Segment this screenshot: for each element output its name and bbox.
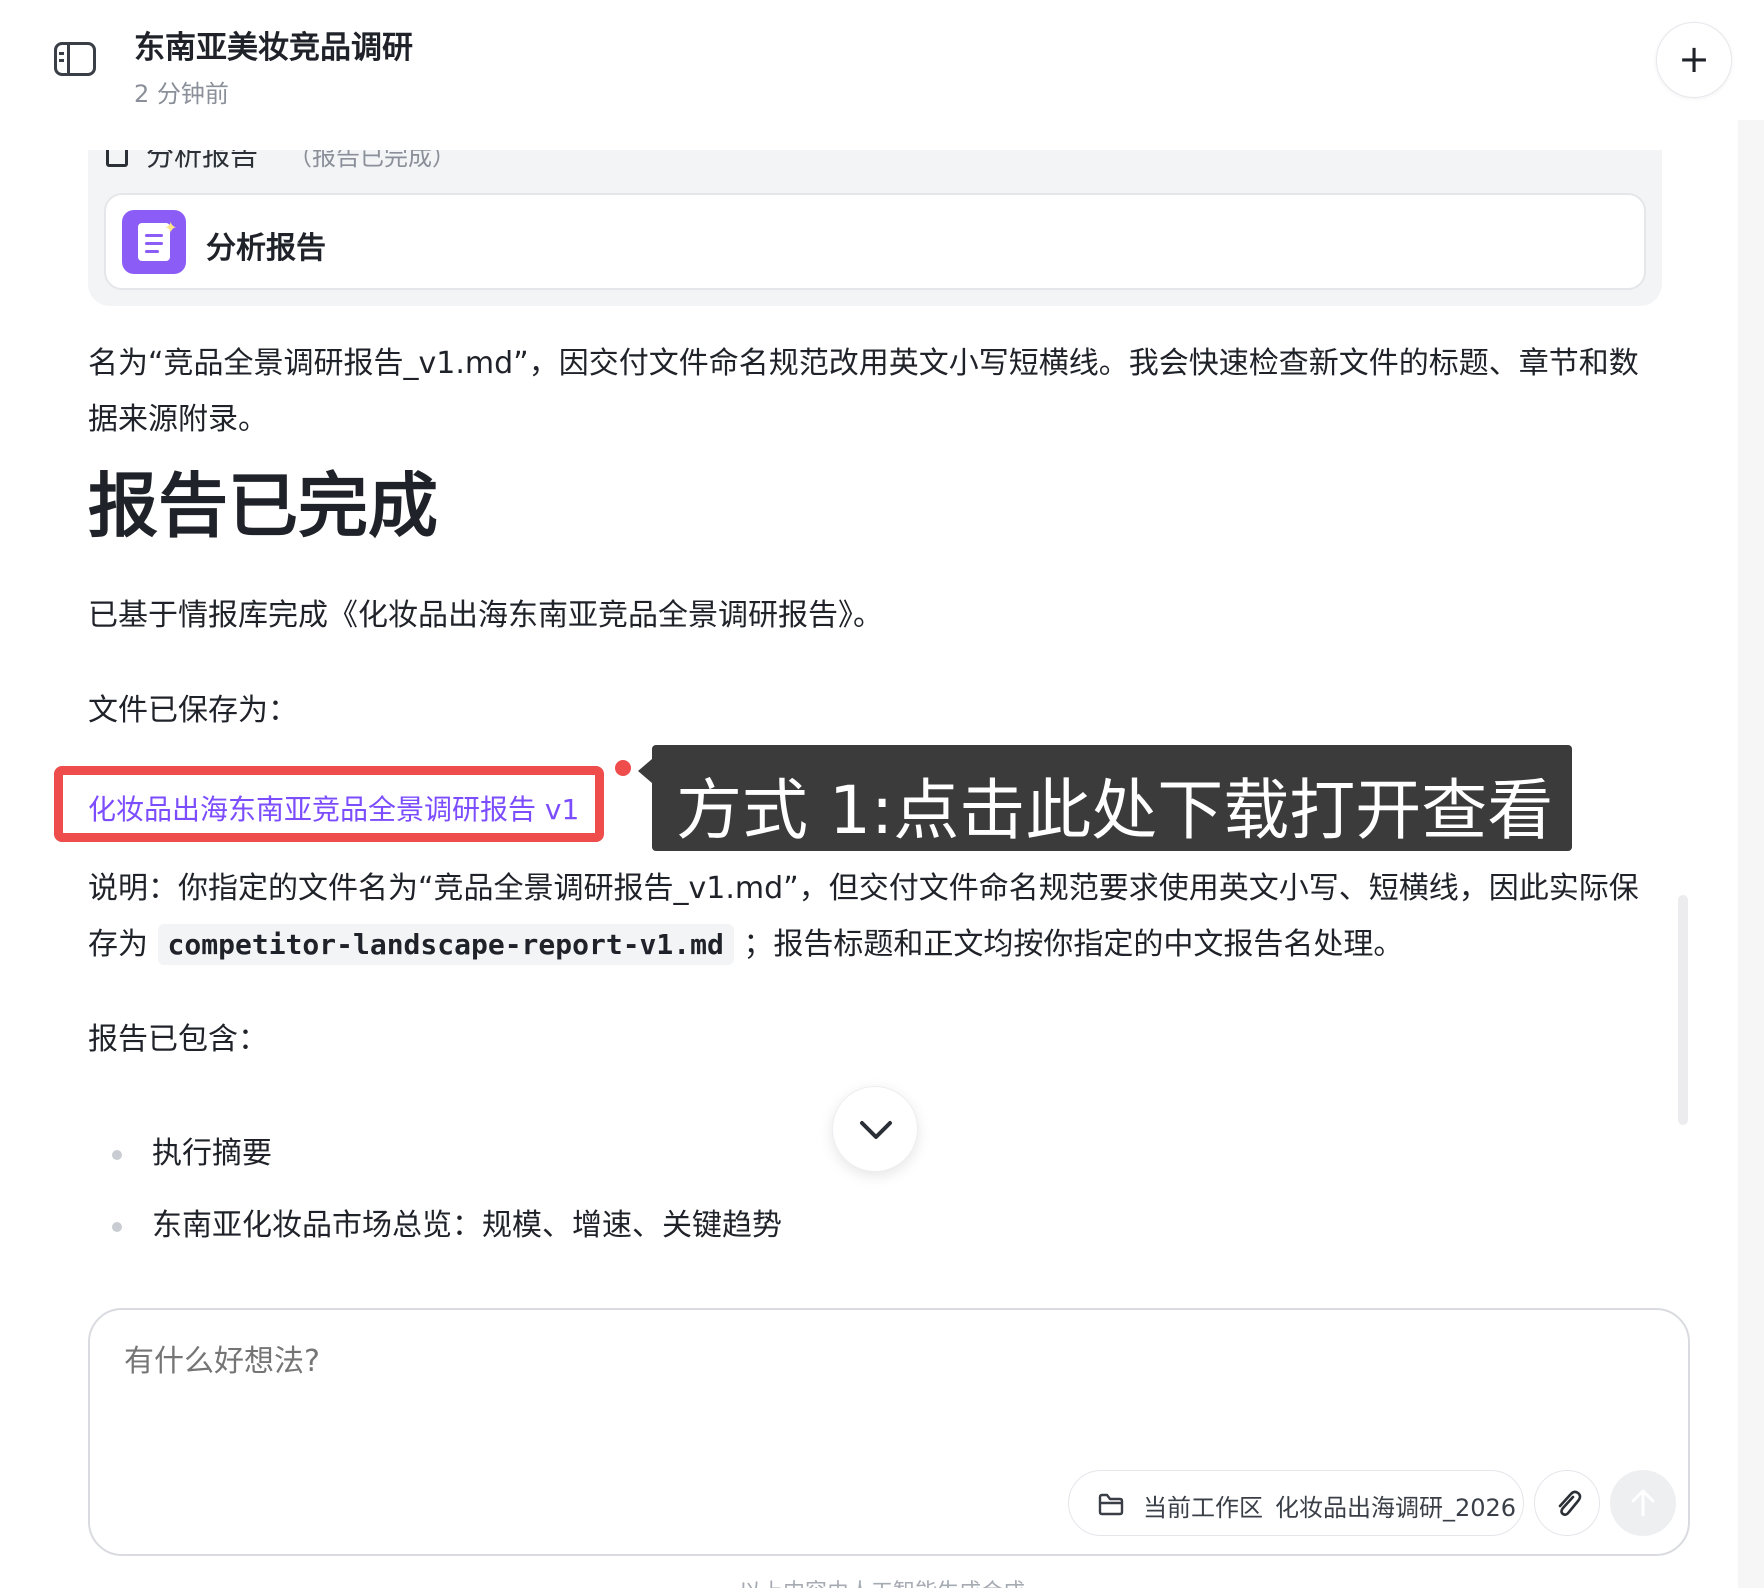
intro-paragraph: 名为“竞品全景调研报告_v1.md”，因交付文件命名规范改用英文小写短横线。我会… — [88, 346, 1639, 437]
annotation-callout: 方式 1:点击此处下载打开查看 — [638, 745, 1572, 851]
attach-button[interactable] — [1534, 1470, 1600, 1536]
checkbox-icon — [106, 150, 128, 167]
new-chat-button[interactable]: + — [1656, 22, 1732, 98]
chevron-down-icon — [860, 1121, 892, 1139]
message-input[interactable] — [124, 1344, 1424, 1379]
message-composer: 当前工作区化妆品出海调研_2026 — [88, 1308, 1690, 1556]
task-item-status: （报告已完成） — [288, 150, 457, 171]
folder-icon — [1098, 1493, 1124, 1516]
scrollbar-track — [1738, 120, 1764, 1588]
task-card: 分析报告 （报告已完成） ✦ 分析报告 — [88, 150, 1662, 306]
saved-filename-code: competitor-landscape-report-v1.md — [157, 924, 734, 965]
contains-label: 报告已包含： — [88, 1022, 268, 1057]
chat-timestamp: 2 分钟前 — [134, 80, 229, 108]
send-button[interactable] — [1610, 1470, 1676, 1536]
artifact-label: 分析报告 — [206, 231, 326, 266]
chat-title: 东南亚美妆竞品调研 — [134, 30, 413, 66]
list-item: 执行摘要 — [88, 1118, 782, 1190]
report-heading: 报告已完成 — [88, 465, 438, 547]
note-suffix: ；报告标题和正文均按你指定的中文报告名处理。 — [733, 927, 1404, 962]
callout-text: 方式 1:点击此处下载打开查看 — [676, 772, 1554, 849]
arrow-up-icon — [1631, 1489, 1655, 1517]
summary-paragraph: 已基于情报库完成《化妆品出海东南亚竞品全景调研报告》。 — [88, 598, 883, 633]
ai-disclaimer: 以上内容由人工智能生成合成 — [0, 1574, 1764, 1588]
sidebar-toggle-icon[interactable] — [54, 42, 96, 76]
document-icon: ✦ — [122, 210, 186, 274]
report-file-link[interactable]: 化妆品出海东南亚竞品全景调研报告 v1 — [88, 788, 579, 828]
paperclip-icon — [1558, 1490, 1582, 1516]
workspace-selector[interactable]: 当前工作区 化妆品出海调研_2026 — [1068, 1470, 1524, 1536]
workspace-label: 当前工作区 化妆品出海调研_2026 — [1143, 1488, 1516, 1523]
callout-dot — [615, 760, 631, 776]
scroll-down-button[interactable] — [832, 1086, 918, 1172]
workspace-prefix: 当前工作区 — [1143, 1494, 1263, 1522]
chat-header: 东南亚美妆竞品调研 2 分钟前 + — [0, 0, 1764, 120]
workspace-name: 化妆品出海调研_2026 — [1275, 1494, 1517, 1522]
list-item: 东南亚化妆品市场总览：规模、增速、关键趋势 — [88, 1190, 782, 1262]
task-item-label: 分析报告 — [146, 150, 259, 172]
scrollbar-thumb[interactable] — [1678, 895, 1688, 1125]
contents-list: 执行摘要 东南亚化妆品市场总览：规模、增速、关键趋势 — [88, 1118, 782, 1262]
task-item: 分析报告 （报告已完成） — [106, 150, 456, 174]
note-paragraph: 说明：你指定的文件名为“竞品全景调研报告_v1.md”，但交付文件命名规范要求使… — [88, 861, 1668, 973]
saved-as-label: 文件已保存为： — [88, 693, 298, 728]
artifact-report-card[interactable]: ✦ 分析报告 — [104, 193, 1646, 290]
